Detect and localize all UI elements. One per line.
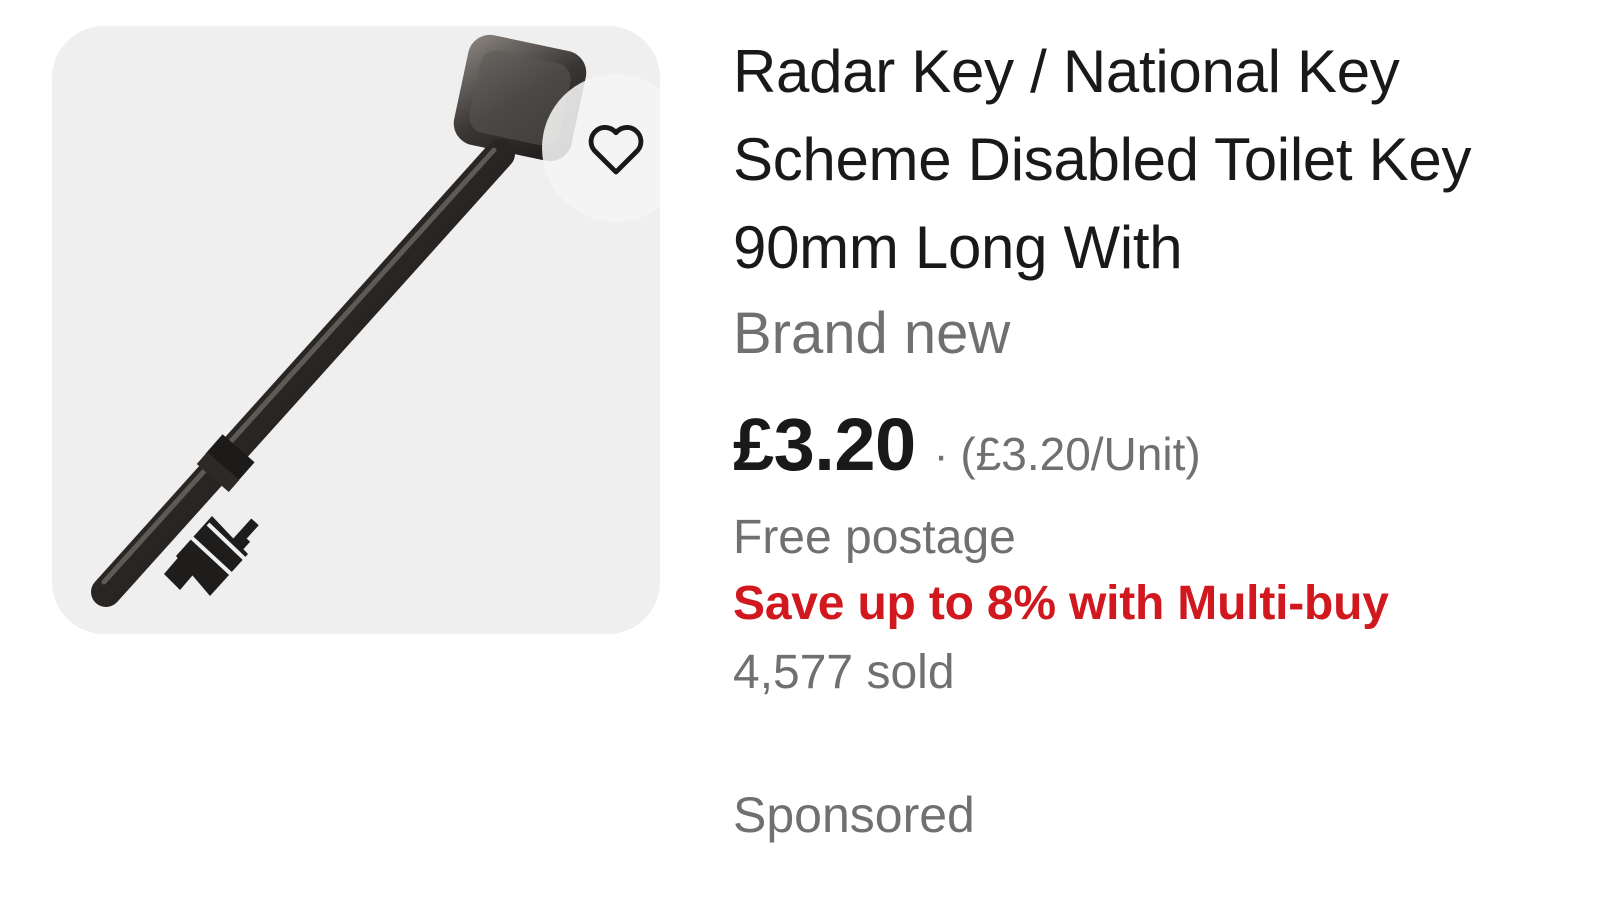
heart-icon: [588, 125, 644, 175]
shipping-info: Free postage: [733, 511, 1016, 564]
listing-title[interactable]: Radar Key / National Key Scheme Disabled…: [733, 28, 1553, 292]
price-separator: ·: [933, 431, 949, 480]
multibuy-promo: Save up to 8% with Multi-buy: [733, 577, 1389, 630]
sold-count: 4,577 sold: [733, 646, 955, 699]
price: £3.20: [733, 403, 916, 486]
product-image[interactable]: [52, 26, 660, 634]
listing-card[interactable]: Radar Key / National Key Scheme Disabled…: [0, 0, 1600, 900]
price-row: £3.20 · (£3.20/Unit): [733, 402, 1553, 487]
item-condition: Brand new: [733, 301, 1011, 366]
unit-price: (£3.20/Unit): [960, 428, 1201, 480]
sponsored-label: Sponsored: [733, 787, 975, 843]
listing-info: Radar Key / National Key Scheme Disabled…: [733, 28, 1553, 709]
